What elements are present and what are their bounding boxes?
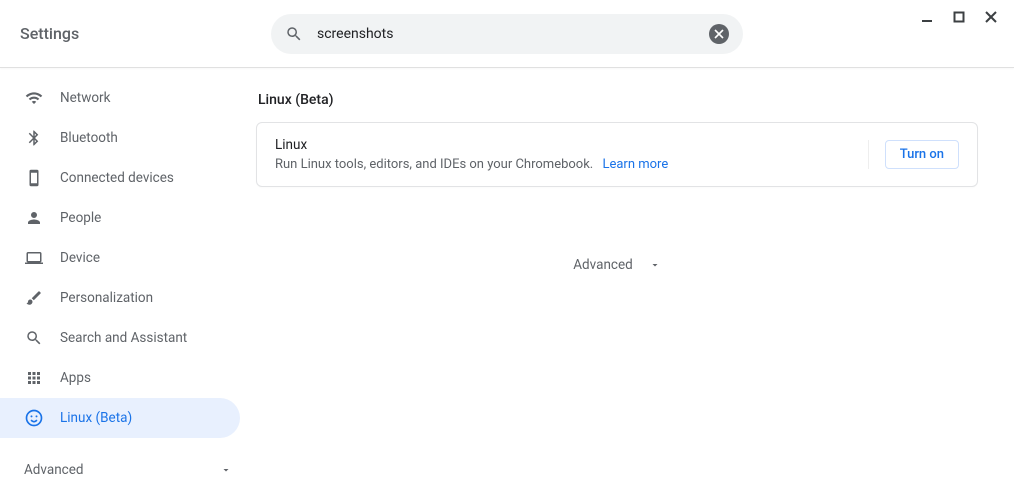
linux-icon — [24, 408, 44, 428]
sidebar-item-bluetooth[interactable]: Bluetooth — [0, 118, 240, 158]
advanced-label: Advanced — [573, 257, 633, 273]
sidebar-item-label: Device — [60, 250, 100, 266]
chevron-down-icon — [649, 259, 661, 271]
sidebar-item-label: Network — [60, 90, 110, 106]
learn-more-link[interactable]: Learn more — [602, 157, 668, 172]
search-icon — [285, 25, 303, 43]
sidebar-item-network[interactable]: Network — [0, 78, 240, 118]
turn-on-button[interactable]: Turn on — [885, 140, 959, 169]
brush-icon — [24, 288, 44, 308]
sidebar-item-label: Linux (Beta) — [60, 410, 132, 426]
phone-icon — [24, 168, 44, 188]
main-advanced-toggle[interactable]: Advanced — [256, 257, 978, 273]
chevron-down-icon — [220, 464, 232, 476]
sidebar-item-personalization[interactable]: Personalization — [0, 278, 240, 318]
sidebar: Network Bluetooth Connected devices Peop… — [0, 68, 256, 501]
card-title: Linux — [275, 137, 868, 153]
section-title: Linux (Beta) — [258, 92, 978, 108]
sidebar-item-label: Search and Assistant — [60, 330, 187, 346]
card-description: Run Linux tools, editors, and IDEs on yo… — [275, 157, 868, 172]
advanced-label: Advanced — [24, 462, 84, 478]
linux-card: Linux Run Linux tools, editors, and IDEs… — [256, 122, 978, 187]
sidebar-item-linux[interactable]: Linux (Beta) — [0, 398, 240, 438]
laptop-icon — [24, 248, 44, 268]
person-icon — [24, 208, 44, 228]
sidebar-item-label: Personalization — [60, 290, 153, 306]
main-content: Linux (Beta) Linux Run Linux tools, edit… — [256, 68, 1014, 501]
sidebar-item-label: Apps — [60, 370, 91, 386]
wifi-icon — [24, 88, 44, 108]
search-input[interactable] — [317, 26, 709, 42]
apps-icon — [24, 368, 44, 388]
sidebar-advanced-toggle[interactable]: Advanced — [0, 446, 256, 494]
sidebar-item-device[interactable]: Device — [0, 238, 240, 278]
sidebar-item-people[interactable]: People — [0, 198, 240, 238]
clear-search-button[interactable] — [709, 24, 729, 44]
search-bar[interactable] — [271, 14, 743, 54]
bluetooth-icon — [24, 128, 44, 148]
sidebar-item-connected-devices[interactable]: Connected devices — [0, 158, 240, 198]
sidebar-item-label: Bluetooth — [60, 130, 118, 146]
sidebar-item-apps[interactable]: Apps — [0, 358, 240, 398]
app-title: Settings — [20, 24, 79, 43]
sidebar-item-label: Connected devices — [60, 170, 174, 186]
sidebar-item-label: People — [60, 210, 101, 226]
search-icon — [24, 328, 44, 348]
sidebar-item-search-assistant[interactable]: Search and Assistant — [0, 318, 240, 358]
